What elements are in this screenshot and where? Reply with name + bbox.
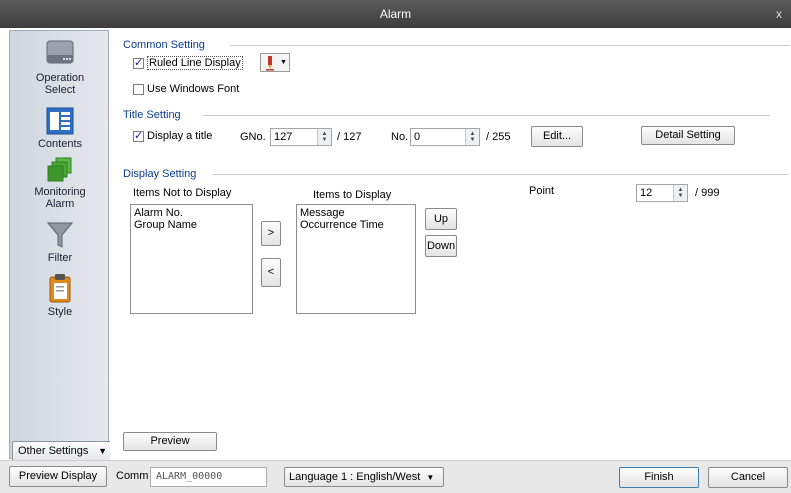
display-title-label: Display a title [147,130,213,142]
checkbox-box[interactable] [133,83,144,95]
bottom-bar: Preview Display Comm ALARM_00000 Languag… [0,460,791,493]
funnel-icon [47,222,73,248]
move-left-button[interactable]: < [261,258,281,287]
ruled-line-label: Ruled Line Display [147,56,243,70]
windows-font-checkbox[interactable]: Use Windows Font [133,83,239,95]
gno-label: GNo. [240,131,266,143]
section-divider [230,45,790,46]
other-settings-dropdown[interactable]: Other Settings ▼ [12,441,112,461]
pen-icon [266,56,274,71]
finish-button[interactable]: Finish [619,467,699,488]
clipboard-icon [49,274,71,303]
chevron-down-icon: ▼ [280,59,287,66]
language-dropdown[interactable]: Language 1 : English/West ▼ [284,467,444,487]
move-right-button[interactable]: > [261,221,281,246]
point-value[interactable]: 12 [637,185,673,201]
checkbox-box[interactable] [133,56,144,69]
sidebar-item-filter[interactable]: Filter [10,221,110,264]
no-spinner[interactable]: 0 ▲ ▼ [410,128,480,146]
gno-max: / 127 [337,131,362,143]
sidebar-item-label: Operation [35,72,85,84]
title-setting-title: Title Setting [123,109,181,121]
no-value[interactable]: 0 [411,129,465,145]
sidebar-item-label: Filter [47,252,73,264]
display-listbox[interactable]: Message Occurrence Time [296,204,416,314]
common-setting-title: Common Setting [123,39,205,51]
sidebar-item-label: Alarm [45,198,75,210]
sidebar-item-contents[interactable]: Contents [10,107,110,150]
language-value: Language 1 : English/West [289,471,421,483]
detail-setting-button[interactable]: Detail Setting [641,126,735,145]
chevron-down-icon: ▼ [426,473,435,482]
display-setting-title: Display Setting [123,168,197,180]
checkbox-box[interactable] [133,129,144,142]
preview-display-button[interactable]: Preview Display [9,466,107,487]
sidebar: Operation Select Contents Monitoring Ala… [9,30,109,459]
sidebar-item-label: Style [47,306,73,318]
window-titlebar: Alarm x [0,0,791,28]
list-item[interactable]: Occurrence Time [300,219,412,231]
sidebar-item-operation-select[interactable]: Operation Select [10,37,110,96]
no-max: / 255 [486,131,511,143]
up-button[interactable]: Up [425,208,457,230]
not-display-header: Items Not to Display [133,187,232,199]
windows-font-label: Use Windows Font [147,83,240,95]
edit-button[interactable]: Edit... [531,126,583,147]
close-icon[interactable]: x [771,0,787,28]
spinner-arrows-icon[interactable]: ▲ ▼ [317,129,331,145]
comm-label: Comm [116,470,149,482]
spinner-arrows-icon[interactable]: ▲ ▼ [465,129,479,145]
gno-spinner[interactable]: 127 ▲ ▼ [270,128,332,146]
main-panel: Common Setting Ruled Line Display ▼ Use … [110,28,791,460]
line-color-picker[interactable]: ▼ [260,53,290,72]
point-max: / 999 [695,187,720,199]
window-title: Alarm [379,7,412,21]
list-item[interactable]: Alarm No. [134,207,249,219]
spinner-arrows-icon[interactable]: ▲ ▼ [673,185,687,201]
stacked-squares-icon [47,157,72,182]
chevron-down-icon: ▼ [98,446,107,456]
section-divider [203,115,770,116]
not-display-listbox[interactable]: Alarm No. Group Name [130,204,253,314]
comm-field[interactable]: ALARM_00000 [150,467,267,487]
display-header: Items to Display [313,189,392,201]
ruled-line-checkbox[interactable]: Ruled Line Display [133,56,243,70]
down-button[interactable]: Down [425,235,457,257]
point-label: Point [529,185,555,197]
display-title-checkbox[interactable]: Display a title [133,129,213,142]
list-item[interactable]: Message [300,207,412,219]
sidebar-item-label: Monitoring [34,186,86,198]
preview-button[interactable]: Preview [123,432,217,451]
sidebar-item-monitoring-alarm[interactable]: Monitoring Alarm [10,157,110,210]
sidebar-item-label: Select [44,84,76,96]
cancel-button[interactable]: Cancel [708,467,788,488]
sidebar-item-style[interactable]: Style [10,273,110,318]
other-settings-label: Other Settings [18,445,89,457]
section-divider [213,174,788,175]
drive-icon [46,40,74,64]
list-item[interactable]: Group Name [134,219,249,231]
document-list-icon [46,107,74,135]
no-label: No. [391,131,409,143]
point-spinner[interactable]: 12 ▲ ▼ [636,184,688,202]
sidebar-item-label: Contents [37,138,83,150]
gno-value[interactable]: 127 [271,129,317,145]
